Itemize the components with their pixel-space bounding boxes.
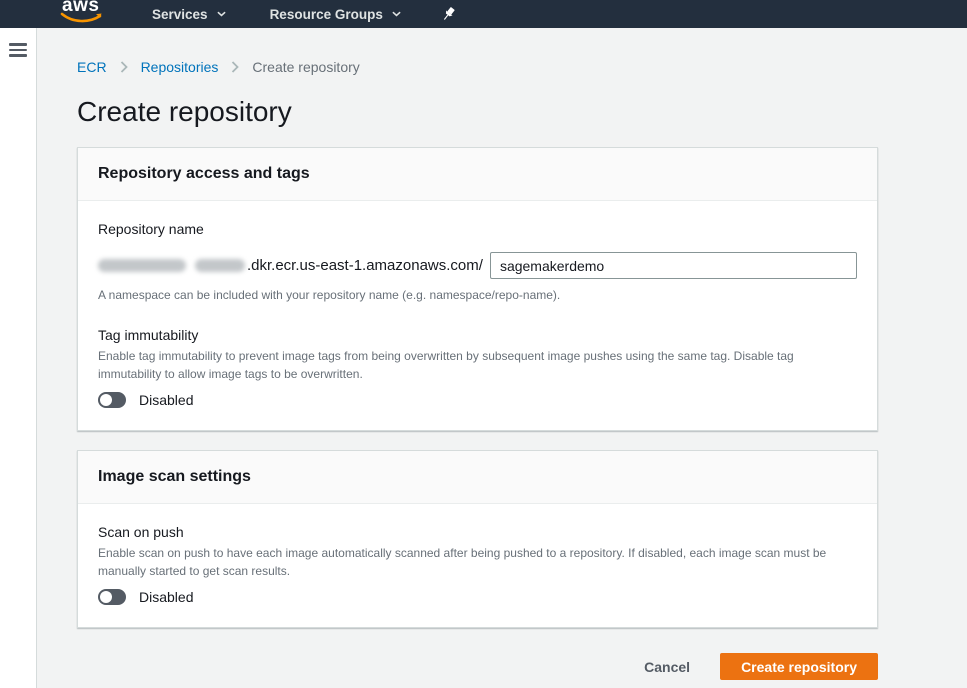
form-actions: Cancel Create repository (77, 653, 878, 680)
pin-shortcuts-button[interactable] (441, 6, 456, 23)
chevron-right-icon (120, 61, 128, 73)
repository-name-row: .dkr.ecr.us-east-1.amazonaws.com/ (98, 252, 857, 279)
registry-namespace-text: .dkr.ecr.us-east-1.amazonaws.com/ (247, 257, 483, 274)
panel-image-scan-title: Image scan settings (78, 451, 877, 504)
scan-on-push-toggle[interactable] (98, 589, 126, 605)
tag-immutability-label: Tag immutability (98, 327, 857, 343)
scan-on-push-label: Scan on push (98, 524, 857, 540)
top-navigation-bar: aws Services Resource Groups (0, 0, 967, 28)
repository-name-input[interactable] (490, 252, 857, 279)
repository-name-label: Repository name (98, 221, 857, 237)
nav-resource-groups-label: Resource Groups (270, 7, 383, 22)
scan-on-push-section: Scan on push Enable scan on push to have… (98, 524, 857, 605)
page-title: Create repository (77, 96, 967, 128)
menu-hamburger-icon[interactable] (9, 43, 27, 57)
scan-on-push-toggle-row: Disabled (98, 589, 857, 605)
chevron-down-icon (217, 11, 226, 17)
scan-on-push-state: Disabled (139, 589, 193, 605)
nav-services[interactable]: Services (152, 7, 226, 22)
chevron-right-icon (231, 61, 239, 73)
breadcrumb: ECR Repositories Create repository (77, 59, 967, 75)
tag-immutability-toggle-row: Disabled (98, 392, 857, 408)
tag-immutability-description: Enable tag immutability to prevent image… (98, 347, 857, 383)
main-content: ECR Repositories Create repository Creat… (37, 28, 967, 688)
panel-repository-access-title: Repository access and tags (78, 148, 877, 201)
page-shell: ECR Repositories Create repository Creat… (0, 28, 967, 688)
breadcrumb-repositories[interactable]: Repositories (141, 59, 219, 75)
tag-immutability-section: Tag immutability Enable tag immutability… (98, 327, 857, 408)
panel-repository-access: Repository access and tags Repository na… (77, 147, 878, 431)
create-repository-button[interactable]: Create repository (720, 653, 878, 680)
panel-image-scan: Image scan settings Scan on push Enable … (77, 450, 878, 628)
toggle-knob (100, 591, 112, 603)
repository-name-helper: A namespace can be included with your re… (98, 288, 857, 302)
breadcrumb-ecr[interactable]: ECR (77, 59, 107, 75)
nav-resource-groups[interactable]: Resource Groups (270, 7, 401, 22)
cancel-button[interactable]: Cancel (644, 659, 690, 675)
account-id-redacted (98, 259, 245, 272)
tag-immutability-toggle[interactable] (98, 392, 126, 408)
toggle-knob (100, 394, 112, 406)
nav-services-label: Services (152, 7, 208, 22)
breadcrumb-current: Create repository (252, 59, 359, 75)
chevron-down-icon (392, 11, 401, 17)
pin-icon (441, 6, 456, 23)
aws-logo[interactable]: aws (60, 0, 106, 28)
scan-on-push-description: Enable scan on push to have each image a… (98, 544, 857, 580)
tag-immutability-state: Disabled (139, 392, 193, 408)
side-rail (0, 28, 37, 688)
aws-smile-icon (60, 12, 104, 26)
